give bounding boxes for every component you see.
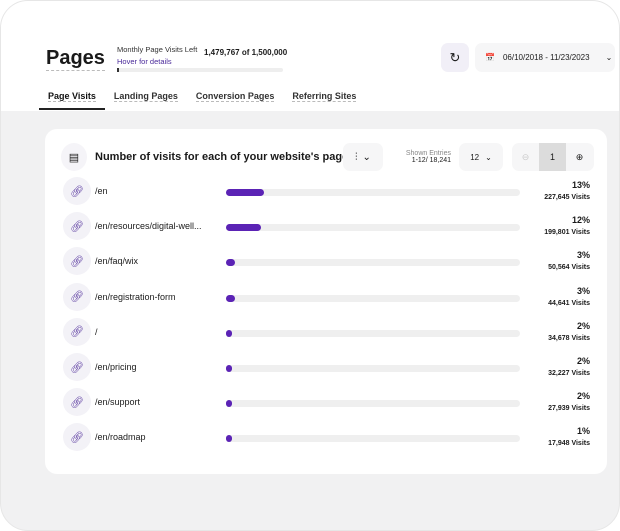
- visits-bar-fill: [226, 259, 235, 267]
- link-icon: 🔗︎: [63, 247, 91, 276]
- table-row[interactable]: 🔗︎ /en/resources/digital-well... 12% 199…: [63, 212, 593, 242]
- visit-count: 27,939 Visits: [548, 405, 590, 413]
- table-row[interactable]: 🔗︎ /en/pricing 2% 32,227 Visits: [63, 353, 593, 383]
- visit-count: 50,564 Visits: [548, 264, 590, 272]
- app-frame: Pages Monthly Page Visits Left Hover for…: [0, 0, 620, 531]
- refresh-icon: ↻: [449, 49, 461, 65]
- visit-count: 199,801 Visits: [544, 229, 590, 237]
- date-range-picker[interactable]: 📅 06/10/2018 - 11/23/2023 ⌄: [475, 43, 615, 72]
- visits-bar-fill: [226, 294, 235, 302]
- visit-percent: 2%: [576, 320, 590, 331]
- link-icon: 🔗︎: [63, 423, 91, 452]
- visit-count: 34,678 Visits: [548, 334, 590, 342]
- quota-progress: [117, 68, 283, 72]
- visits-bar-fill: [226, 224, 262, 232]
- visit-count: 17,948 Visits: [548, 440, 590, 448]
- table-row[interactable]: 🔗︎ /en 13% 227,645 Visits: [63, 177, 593, 207]
- page-path[interactable]: /en/registration-form: [95, 292, 176, 302]
- visits-bar-fill: [226, 400, 232, 408]
- quota-info: Monthly Page Visits Left Hover for detai…: [117, 45, 287, 66]
- link-icon: 🔗︎: [63, 317, 91, 346]
- pagination: ⊖ 1 ⊕: [512, 143, 594, 171]
- card-title: Number of visits for each of your websit…: [95, 151, 355, 163]
- visits-bar: [226, 189, 520, 196]
- visits-bar: [226, 294, 520, 302]
- chevron-down-icon: ⌄: [485, 152, 492, 162]
- calendar-icon: 📅: [485, 53, 495, 62]
- page-path[interactable]: /en: [95, 186, 108, 196]
- page-path[interactable]: /en/pricing: [95, 362, 137, 372]
- visit-percent: 3%: [576, 250, 590, 261]
- columns-button[interactable]: ⫶ ⌄: [343, 143, 383, 171]
- tab-landing-pages[interactable]: Landing Pages: [105, 89, 187, 110]
- visits-bar-fill: [226, 329, 232, 337]
- link-icon: 🔗︎: [63, 177, 91, 205]
- shown-entries: Shown Entries 1-12/ 18,241: [405, 150, 451, 164]
- visit-count: 32,227 Visits: [548, 370, 590, 377]
- link-icon: 🔗︎: [63, 388, 91, 417]
- visits-bar: [226, 259, 520, 267]
- tab-referring-sites[interactable]: Referring Sites: [283, 89, 365, 110]
- visits-bar: [226, 365, 520, 372]
- table-row[interactable]: 🔗︎ /en/faq/wix 3% 50,564 Visits: [63, 247, 593, 277]
- quota-hover-link[interactable]: Hover for details: [117, 57, 197, 66]
- visits-bar-fill: [226, 365, 232, 372]
- page-path[interactable]: /en/roadmap: [95, 432, 146, 442]
- next-page-button[interactable]: ⊕: [566, 143, 593, 171]
- quota-label: Monthly Page Visits Left: [117, 45, 198, 54]
- visits-bar-fill: [226, 435, 232, 443]
- visits-bar: [226, 435, 520, 443]
- table-row[interactable]: 🔗︎ /en/support 2% 27,939 Visits: [63, 388, 593, 418]
- header: Pages Monthly Page Visits Left Hover for…: [1, 1, 619, 111]
- quota-value: 1,479,767 of 1,500,000: [204, 48, 288, 57]
- visits-bar: [226, 329, 520, 337]
- page-path[interactable]: /: [95, 327, 98, 337]
- visit-percent: 2%: [576, 391, 590, 402]
- page-path[interactable]: /en/resources/digital-well...: [95, 221, 202, 231]
- page-title: Pages: [46, 47, 105, 71]
- table-row[interactable]: 🔗︎ /en/registration-form 3% 44,641 Visit…: [63, 282, 593, 313]
- visit-percent: 12%: [571, 215, 590, 226]
- refresh-button[interactable]: ↻: [441, 43, 469, 72]
- visit-percent: 2%: [576, 356, 590, 366]
- tab-conversion-pages[interactable]: Conversion Pages: [187, 89, 284, 110]
- sliders-icon: ⫶: [355, 151, 358, 163]
- link-icon: 🔗︎: [63, 353, 91, 381]
- page-path[interactable]: /en/support: [95, 397, 140, 407]
- table-row[interactable]: 🔗︎ /en/roadmap 1% 17,948 Visits: [63, 423, 593, 453]
- link-icon: 🔗︎: [63, 212, 91, 241]
- visit-count: 227,645 Visits: [544, 194, 590, 201]
- visits-bar-fill: [226, 189, 265, 196]
- per-page-select[interactable]: 12 ⌄: [459, 143, 503, 171]
- table-row[interactable]: 🔗︎ / 2% 34,678 Visits: [63, 317, 593, 348]
- visit-percent: 3%: [576, 285, 590, 296]
- visits-bar: [226, 224, 520, 232]
- chevron-down-icon: ⌄: [362, 151, 371, 163]
- visit-percent: 1%: [576, 426, 590, 437]
- document-icon: ▤: [61, 143, 87, 171]
- prev-page-button[interactable]: ⊖: [512, 143, 539, 171]
- tab-page-visits[interactable]: Page Visits: [39, 89, 105, 110]
- tabs: Page Visits Landing Pages Conversion Pag…: [39, 89, 365, 110]
- chevron-down-icon: ⌄: [605, 53, 613, 62]
- page-path[interactable]: /en/faq/wix: [95, 256, 138, 266]
- visits-bar: [226, 400, 520, 408]
- visits-card: ▤ Number of visits for each of your webs…: [45, 129, 607, 474]
- visit-percent: 13%: [571, 180, 590, 190]
- current-page[interactable]: 1: [539, 143, 566, 171]
- link-icon: 🔗︎: [63, 282, 91, 311]
- quota-progress-fill: [117, 68, 120, 72]
- date-range: 06/10/2018 - 11/23/2023: [502, 53, 590, 62]
- visit-count: 44,641 Visits: [548, 299, 590, 307]
